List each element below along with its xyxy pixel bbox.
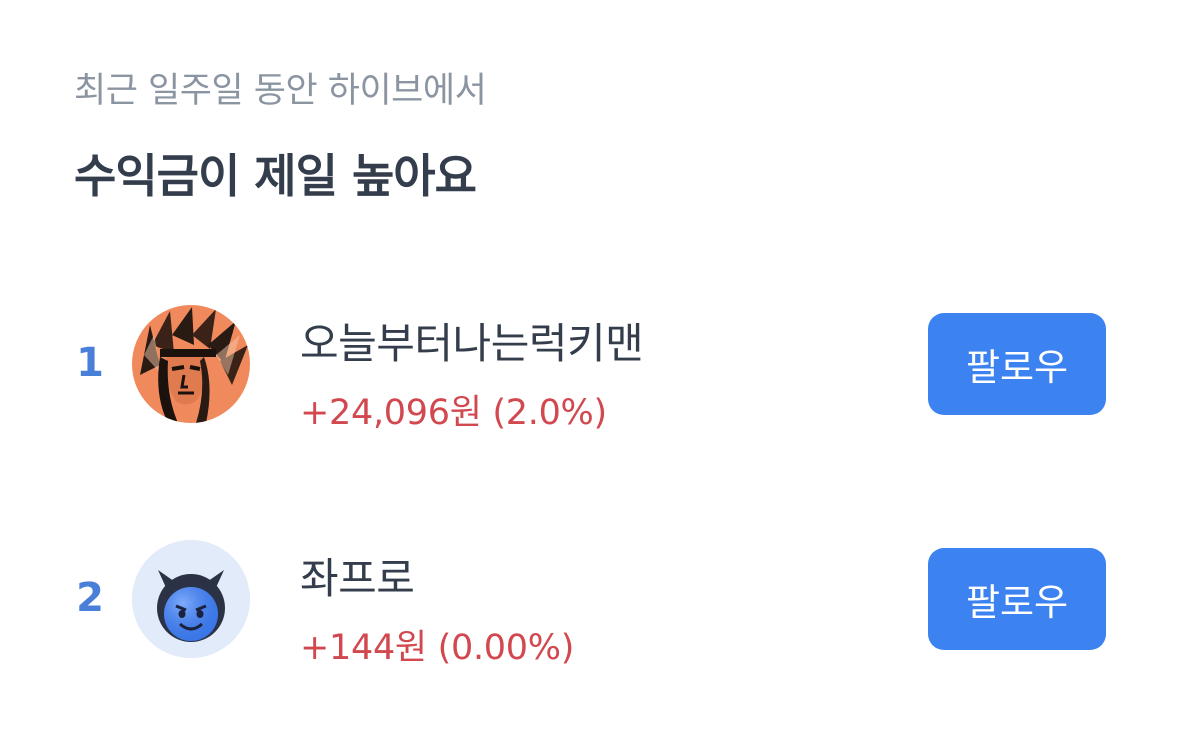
rank-number: 1 [76, 340, 104, 386]
section-subtitle: 최근 일주일 동안 하이브에서 [74, 71, 487, 111]
profit-amount: +144원 (0.00%) [300, 628, 575, 668]
follow-button[interactable]: 팔로우 [928, 548, 1106, 650]
user-name[interactable]: 오늘부터나는럭키맨 [300, 310, 644, 371]
ranking-row[interactable]: 2 좌프로 +144원 (0.00%) 팔로우 [0, 535, 1179, 668]
blue-devil-avatar[interactable] [132, 540, 250, 658]
rank-number: 2 [76, 575, 104, 621]
ranking-row[interactable]: 1 오늘부터나는럭키맨 +24,096원 (2.0%) 팔로우 [0, 300, 1179, 433]
portrait-headdress-avatar[interactable] [132, 305, 250, 423]
user-name[interactable]: 좌프로 [300, 545, 415, 606]
profit-amount: +24,096원 (2.0%) [300, 393, 607, 433]
portrait-headdress-icon [132, 305, 250, 423]
blue-devil-icon [132, 540, 250, 658]
section-title: 수익금이 제일 높아요 [74, 149, 477, 203]
follow-button[interactable]: 팔로우 [928, 313, 1106, 415]
